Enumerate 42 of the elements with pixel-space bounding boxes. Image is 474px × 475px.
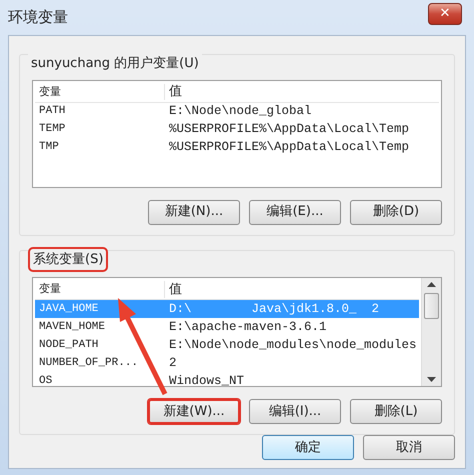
variable-value: 2 bbox=[168, 354, 178, 372]
variable-value: %USERPROFILE%\AppData\Local\Temp bbox=[168, 139, 410, 156]
dialog-button[interactable]: 删除(D) bbox=[350, 200, 442, 224]
list-row[interactable]: MAVEN_HOME E:\apache-maven-3.6.1 bbox=[35, 318, 419, 336]
scroll-down-icon[interactable] bbox=[427, 377, 436, 382]
variable-name: NODE_PATH bbox=[38, 338, 100, 353]
scrollbar[interactable] bbox=[421, 278, 441, 386]
variable-name: TMP bbox=[38, 140, 60, 156]
list-row[interactable]: TEMP %USERPROFILE%\AppData\Local\Temp bbox=[35, 120, 439, 138]
dialog-button[interactable]: 删除(L) bbox=[350, 399, 442, 424]
list-row[interactable]: TMP %USERPROFILE%\AppData\Local\Temp bbox=[35, 138, 439, 156]
dialog-button[interactable]: 新建(W)... bbox=[148, 399, 240, 424]
scroll-up-icon[interactable] bbox=[427, 282, 436, 287]
column-header[interactable]: 值 bbox=[165, 280, 419, 300]
list-row[interactable]: NODE_PATH E:\Node\node_modules\node_modules bbox=[35, 336, 419, 354]
dialog-button[interactable]: 编辑(E)... bbox=[249, 200, 341, 224]
variable-value: D:\ Java\jdk1.8.0_ 2 bbox=[168, 300, 380, 318]
variable-name: MAVEN_HOME bbox=[38, 320, 106, 335]
list-row[interactable]: NUMBER_OF_PR... 2 bbox=[35, 354, 419, 372]
list-row[interactable]: PATH E:\Node\node_global bbox=[35, 102, 439, 120]
window-title: 环境变量 bbox=[8, 7, 68, 28]
variable-name: OS bbox=[38, 374, 54, 386]
column-header[interactable]: 变量 bbox=[35, 84, 165, 100]
variable-name: TEMP bbox=[38, 122, 66, 138]
dialog-button[interactable]: 确定 bbox=[262, 435, 354, 460]
column-header[interactable]: 值 bbox=[165, 82, 439, 102]
column-header[interactable]: 变量 bbox=[35, 281, 165, 298]
dialog-button[interactable]: 新建(N)... bbox=[148, 200, 240, 224]
group-label: 系统变量(S) bbox=[28, 246, 108, 272]
variable-name: JAVA_HOME bbox=[38, 302, 100, 317]
variable-value: E:\Node\node_global bbox=[168, 103, 313, 120]
variable-value: E:\Node\node_modules\node_modules bbox=[168, 336, 418, 354]
list-row[interactable]: OS Windows_NT bbox=[35, 372, 419, 386]
scroll-thumb[interactable] bbox=[424, 293, 439, 319]
variable-value: Windows_NT bbox=[168, 372, 246, 386]
variable-name: NUMBER_OF_PR... bbox=[38, 356, 140, 371]
close-button[interactable]: ✕ bbox=[428, 2, 462, 24]
variable-value: %USERPROFILE%\AppData\Local\Temp bbox=[168, 121, 410, 138]
dialog-button[interactable]: 编辑(I)... bbox=[249, 399, 341, 424]
variable-value: E:\apache-maven-3.6.1 bbox=[168, 318, 328, 336]
dialog-button[interactable]: 取消 bbox=[363, 435, 455, 460]
variable-name: PATH bbox=[38, 104, 66, 120]
